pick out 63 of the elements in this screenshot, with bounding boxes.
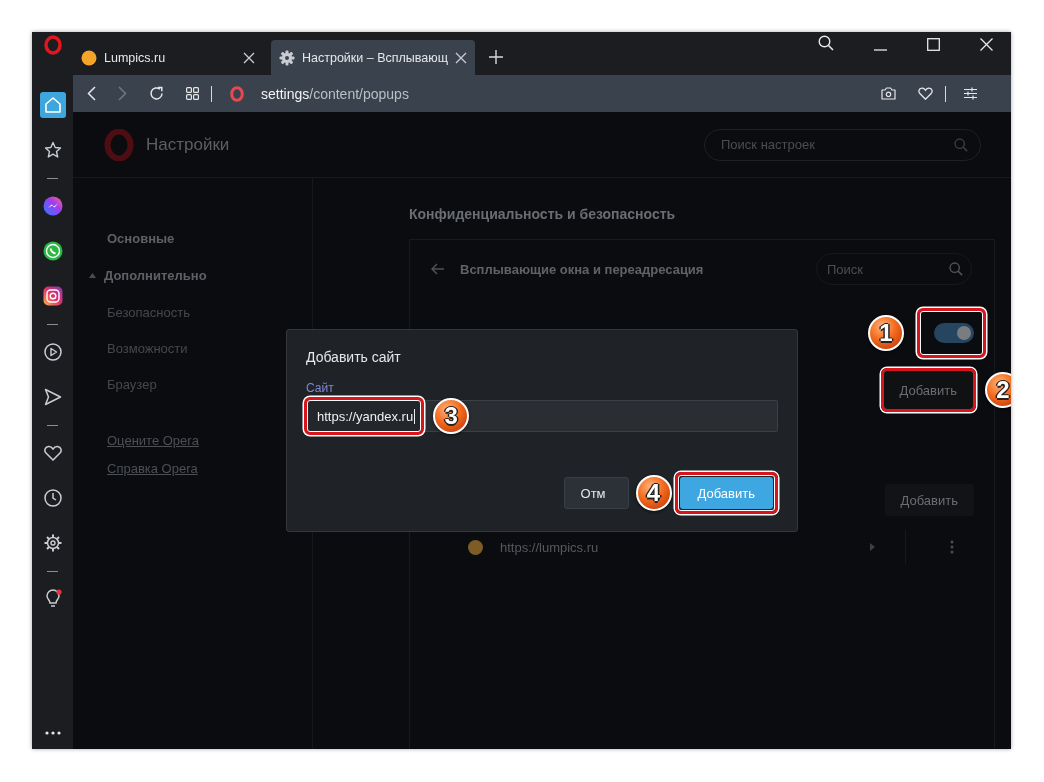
sliders-icon[interactable] xyxy=(964,87,977,100)
site-url: https://lumpics.ru xyxy=(500,539,599,555)
star-icon xyxy=(43,141,62,159)
nav-item[interactable]: Возможности xyxy=(107,338,188,358)
settings-icon xyxy=(43,534,62,552)
toggle-switch[interactable] xyxy=(934,323,974,343)
nav-item[interactable]: Основные xyxy=(107,228,175,248)
settings-title: Настройки xyxy=(146,134,230,155)
section-heading: Конфиденциальность и безопасность xyxy=(409,206,677,224)
search-icon xyxy=(949,262,963,276)
opera-logo-icon[interactable] xyxy=(43,35,62,55)
browser-tab[interactable]: Lumpics.ru xyxy=(73,40,263,75)
site-favicon-icon xyxy=(81,49,97,66)
add-button[interactable]: Добавить xyxy=(679,477,773,509)
step-badge: 4 xyxy=(635,475,672,511)
cancel-button[interactable]: Отм xyxy=(563,477,629,509)
reload-icon[interactable] xyxy=(149,86,164,101)
grid-icon[interactable] xyxy=(186,87,199,100)
help-link[interactable]: Оцените Opera xyxy=(107,433,199,448)
step-badge: 2 xyxy=(985,372,1011,408)
play-circle-icon xyxy=(43,343,62,361)
browser-tab[interactable]: Настройки – Всплывающ xyxy=(271,40,475,75)
home-icon xyxy=(43,96,62,114)
chat-bubble-icon xyxy=(42,196,63,216)
opera-logo-icon xyxy=(230,85,244,102)
tab-title: Lumpics.ru xyxy=(104,50,167,65)
address-field[interactable]: settings/content/popups xyxy=(261,85,409,102)
more-icon[interactable] xyxy=(44,731,61,735)
dialog-title: Добавить сайт xyxy=(306,349,402,365)
help-link[interactable]: Справка Opera xyxy=(107,461,198,476)
nav-group[interactable]: Дополнительно xyxy=(89,265,207,285)
nav-group-label: Дополнительно xyxy=(104,267,207,283)
search-icon[interactable] xyxy=(818,35,834,51)
tab-title: Настройки – Всплывающ xyxy=(302,50,448,65)
nav-item[interactable]: Безопасность xyxy=(107,302,190,322)
heart-icon xyxy=(43,445,62,461)
input-value: https://yandex.ru xyxy=(317,408,416,424)
heart-icon[interactable] xyxy=(918,87,933,100)
close-tab-icon[interactable] xyxy=(454,51,467,64)
maximize-icon[interactable] xyxy=(927,38,940,51)
nav-item[interactable]: Браузер xyxy=(107,374,157,394)
close-icon[interactable] xyxy=(980,38,993,51)
back-icon[interactable] xyxy=(87,86,96,101)
send-icon xyxy=(43,388,62,406)
panel-title: Всплывающие окна и переадресация xyxy=(460,261,704,277)
gear-icon xyxy=(279,49,295,66)
lightbulb-icon xyxy=(43,589,62,609)
search-icon xyxy=(954,137,968,152)
new-tab-icon[interactable] xyxy=(488,50,503,64)
step-badge: 3 xyxy=(433,398,470,434)
phone-bubble-icon xyxy=(42,241,63,261)
caret-icon xyxy=(89,272,96,278)
close-tab-icon[interactable] xyxy=(243,51,255,64)
add-button[interactable]: Добавить xyxy=(884,484,974,516)
back-arrow-icon[interactable] xyxy=(431,263,445,275)
clock-icon xyxy=(43,489,62,507)
opera-logo-icon xyxy=(104,128,134,161)
camera-icon[interactable] xyxy=(881,87,896,100)
field-label: Сайт xyxy=(306,381,335,395)
sidebar-button[interactable] xyxy=(39,92,66,118)
add-button[interactable]: Добавить xyxy=(883,371,973,409)
camera-app-icon xyxy=(42,286,63,306)
step-badge: 1 xyxy=(868,315,904,351)
